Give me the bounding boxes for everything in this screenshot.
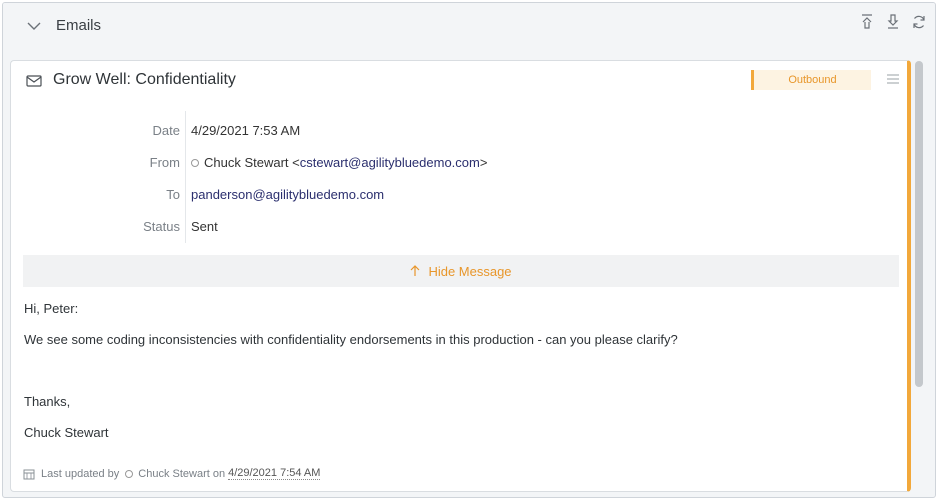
date-label: Date [152,123,180,138]
to-email-link[interactable]: panderson@agilitybluedemo.com [191,187,384,202]
hide-message-button[interactable]: Hide Message [23,255,899,287]
move-bottom-button[interactable] [885,12,901,32]
user-presence-icon [125,469,134,478]
email-body-line: We see some coding inconsistencies with … [24,332,678,347]
date-value: 4/29/2021 7:53 AM [191,123,301,138]
status-value: Sent [191,219,218,234]
email-signature: Chuck Stewart [24,425,109,440]
from-email-link[interactable]: cstewart@agilitybluedemo.com [300,155,480,170]
hamburger-menu-icon[interactable] [886,72,900,86]
last-updated-timestamp[interactable]: 4/29/2021 7:54 AM [228,467,321,480]
status-label: Status [143,219,180,234]
panel-header: Emails [3,3,935,49]
from-label: From [149,155,180,170]
from-value: Chuck Stewart <cstewart@agilitybluedemo.… [191,155,487,170]
arrow-down-to-bottom-icon [887,14,899,29]
email-metadata: Date 4/29/2021 7:53 AM From Chuck Stewar… [11,119,907,247]
panel-title: Emails [56,17,102,34]
envelope-icon [26,75,42,87]
date-row: Date 4/29/2021 7:53 AM [11,119,907,151]
scrollbar-thumb[interactable] [915,61,923,387]
to-label: To [166,187,180,202]
from-row: From Chuck Stewart <cstewart@agilityblue… [11,151,907,183]
last-updated-on: on [212,467,226,480]
move-top-button[interactable] [859,12,875,32]
collapse-toggle[interactable] [25,17,43,35]
email-title-row: Grow Well: Confidentiality Outbound [11,61,907,101]
from-name: Chuck Stewart < [204,155,300,170]
presence-dot-icon [191,159,199,167]
email-greeting: Hi, Peter: [24,301,79,316]
status-row: Status Sent [11,215,907,247]
hide-message-label: Hide Message [428,263,512,279]
arrow-up-to-top-icon [862,14,872,29]
from-close: > [479,155,488,170]
last-updated-footer: Last updated by Chuck Stewart on 4/29/20… [23,467,321,480]
direction-badge: Outbound [751,70,871,90]
refresh-icon [913,15,925,29]
refresh-button[interactable] [911,12,927,32]
calendar-icon [23,469,35,479]
email-closing: Thanks, [24,394,71,409]
last-updated-user: Chuck Stewart [138,467,210,480]
email-card: Grow Well: Confidentiality Outbound Date… [10,60,911,492]
to-row: To panderson@agilitybluedemo.com [11,183,907,215]
header-actions [859,12,927,32]
last-updated-prefix: Last updated by [41,467,120,480]
chevron-down-icon [27,22,41,30]
arrow-up-icon [411,265,420,276]
email-subject: Grow Well: Confidentiality [53,71,236,88]
emails-panel: Emails Grow Well: Confidentiality Outbou… [2,2,936,498]
